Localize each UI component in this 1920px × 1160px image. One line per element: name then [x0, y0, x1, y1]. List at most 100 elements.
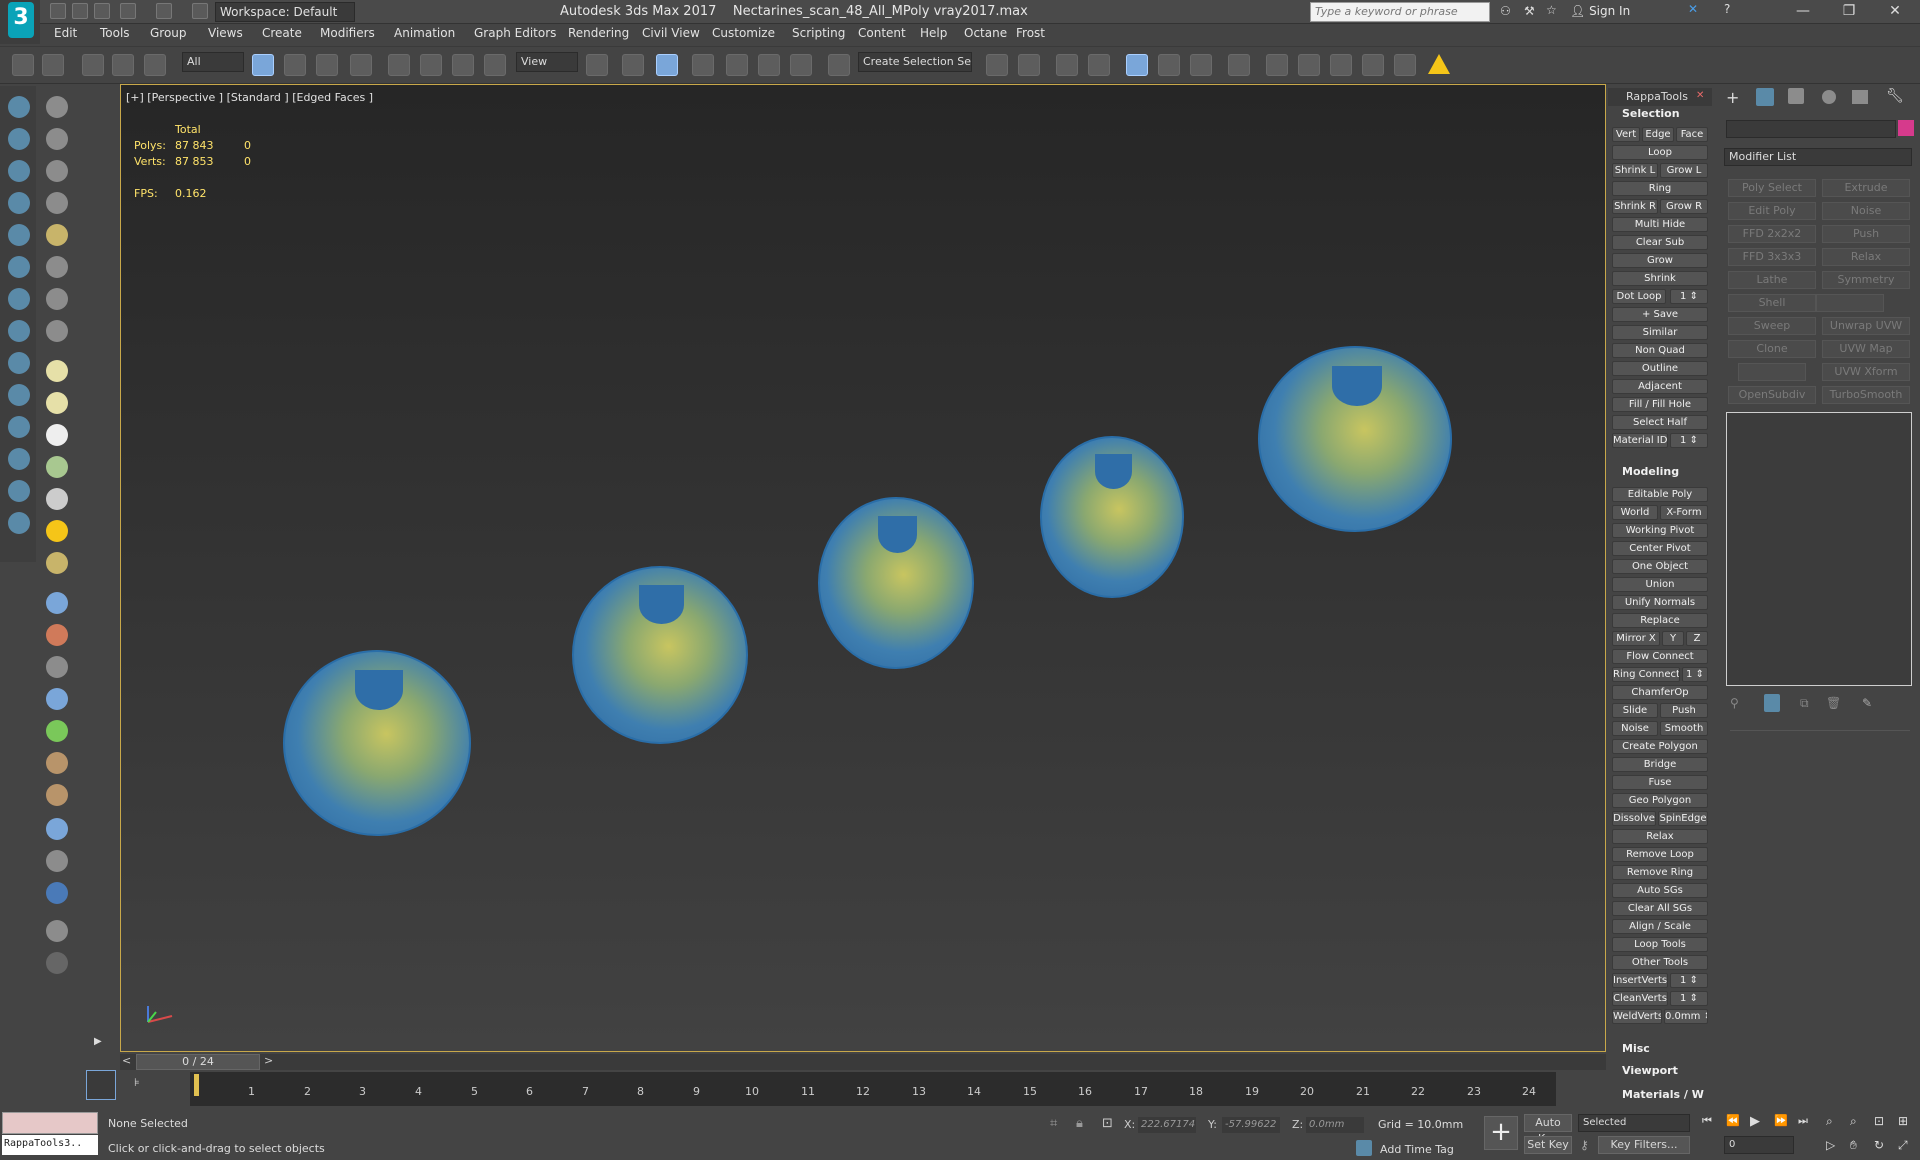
fill-hole-button[interactable]: Fill / Fill Hole	[1612, 397, 1708, 412]
non-quad-button[interactable]: Non Quad	[1612, 343, 1708, 358]
mirror-button[interactable]	[986, 54, 1008, 76]
link-icon[interactable]	[82, 54, 104, 76]
track-bar-toggle-icon[interactable]: ⊧	[134, 1076, 140, 1089]
track-bar[interactable]	[190, 1072, 1556, 1106]
teapot-icon[interactable]	[8, 416, 30, 438]
tree-icon[interactable]	[46, 720, 68, 742]
geo-polygon-button[interactable]: Geo Polygon	[1612, 793, 1708, 808]
materials-section-header[interactable]: Materials / W	[1608, 1088, 1704, 1101]
sun-icon[interactable]	[46, 520, 68, 542]
binoculars-icon[interactable]: ⚇	[1500, 4, 1511, 18]
key-filters-button[interactable]: Key Filters...	[1598, 1136, 1690, 1154]
menu-animation[interactable]: Animation	[394, 26, 455, 40]
clipboard-icon[interactable]	[46, 920, 68, 942]
move-button[interactable]	[388, 54, 410, 76]
go-to-end-icon[interactable]: ⏭	[1798, 1114, 1808, 1128]
minimize-button[interactable]: —	[1780, 0, 1826, 24]
ring-button[interactable]: Ring	[1612, 181, 1708, 196]
octane-icon[interactable]	[46, 882, 68, 904]
nectarine-mesh-2[interactable]	[572, 566, 748, 744]
pivot-point-button[interactable]	[586, 54, 608, 76]
menu-customize[interactable]: Customize	[712, 26, 775, 40]
menu-content[interactable]: Content	[858, 26, 906, 40]
hair-icon[interactable]	[46, 752, 68, 774]
teapot-render-icon[interactable]	[46, 96, 68, 118]
modifier-push-button[interactable]: Push	[1822, 225, 1910, 243]
menu-group[interactable]: Group	[150, 26, 187, 40]
menu-tools[interactable]: Tools	[100, 26, 130, 40]
sign-in-button[interactable]: 👤︎ Sign In	[1570, 4, 1630, 18]
curve-editor-button[interactable]	[1158, 54, 1180, 76]
glass-sphere-icon[interactable]	[46, 818, 68, 840]
modifier-extrude-button[interactable]: Extrude	[1822, 179, 1910, 197]
rectangular-selection-button[interactable]	[316, 54, 338, 76]
exchange-icon[interactable]: ✕	[1688, 2, 1706, 20]
menu-edit[interactable]: Edit	[54, 26, 77, 40]
app-logo[interactable]: 3	[0, 0, 40, 44]
isolate-selection-icon[interactable]: ⌗	[1050, 1116, 1057, 1131]
warning-icon[interactable]	[1428, 54, 1450, 74]
play-icon[interactable]: ▶	[1750, 1114, 1760, 1129]
maximize-viewport-icon[interactable]: ⤢	[1898, 1138, 1908, 1153]
time-prev-icon[interactable]: <	[122, 1054, 131, 1067]
light-icon[interactable]	[8, 448, 30, 470]
modifier-turbosmooth-button[interactable]: TurboSmooth	[1822, 386, 1910, 404]
panel-icon[interactable]	[46, 160, 68, 182]
menu-frost[interactable]: Frost	[1016, 26, 1045, 40]
cone-icon[interactable]	[46, 488, 68, 510]
new-file-icon[interactable]	[50, 3, 66, 19]
mirror-z-button[interactable]: Z	[1686, 631, 1708, 646]
vert-button[interactable]: Vert	[1612, 127, 1640, 142]
percent-snap-button[interactable]	[758, 54, 780, 76]
ring-connect-spinner[interactable]: 1 ⇕	[1682, 667, 1708, 682]
create-geometry-icon[interactable]	[8, 96, 30, 118]
save-file-icon[interactable]	[94, 3, 110, 19]
render-icon[interactable]	[8, 352, 30, 374]
named-selection-sets-dropdown[interactable]: Create Selection Se	[858, 52, 972, 72]
bridge-button[interactable]: Bridge	[1612, 757, 1708, 772]
keyboard-shortcut-override-button[interactable]	[656, 54, 678, 76]
window-crossing-button[interactable]	[350, 54, 372, 76]
light-bulb-icon[interactable]	[46, 224, 68, 246]
key-icon[interactable]: ⚷	[1580, 1138, 1589, 1152]
relax-button[interactable]: Relax	[1612, 829, 1708, 844]
rotate-button[interactable]	[420, 54, 442, 76]
clear-sub-button[interactable]: Clear Sub	[1612, 235, 1708, 250]
modifier-relax-button[interactable]: Relax	[1822, 248, 1910, 266]
create-helpers-icon[interactable]	[8, 192, 30, 214]
object-color-swatch[interactable]	[1898, 120, 1914, 136]
selection-filter-dropdown[interactable]: All	[182, 52, 244, 72]
close-button[interactable]: ✕	[1872, 0, 1918, 24]
modify-tab-icon[interactable]	[1756, 88, 1774, 106]
face-button[interactable]: Face	[1676, 127, 1708, 142]
add-time-tag-button[interactable]: Add Time Tag	[1380, 1143, 1454, 1156]
snaps-toggle-button[interactable]	[692, 54, 714, 76]
menu-modifiers[interactable]: Modifiers	[320, 26, 375, 40]
rendered-frame-window-button[interactable]	[1298, 54, 1320, 76]
spinner-snap-button[interactable]	[790, 54, 812, 76]
select-half-button[interactable]: Select Half	[1612, 415, 1708, 430]
dot-loop-button[interactable]: Dot Loop	[1612, 289, 1666, 304]
terrain-icon[interactable]	[46, 784, 68, 806]
modifier-uvw-map-button[interactable]: UVW Map	[1822, 340, 1910, 358]
remove-loop-button[interactable]: Remove Loop	[1612, 847, 1708, 862]
time-tag-icon[interactable]	[1356, 1140, 1372, 1156]
auto-sgs-button[interactable]: Auto SGs	[1612, 883, 1708, 898]
close-panel-icon[interactable]: ✕	[1696, 90, 1704, 101]
nectarine-mesh-5[interactable]	[1258, 346, 1452, 532]
weld-verts-button[interactable]: WeldVerts	[1612, 1009, 1662, 1024]
reference-coordinate-dropdown[interactable]: View	[516, 52, 578, 72]
adjacent-button[interactable]: Adjacent	[1612, 379, 1708, 394]
modifier-sweep-button[interactable]: Sweep	[1728, 317, 1816, 335]
maxscript-listener-input[interactable]: RappaTools3..	[2, 1135, 98, 1155]
layer-explorer-button[interactable]	[1088, 54, 1110, 76]
disc-light-icon[interactable]	[46, 552, 68, 574]
union-button[interactable]: Union	[1612, 577, 1708, 592]
current-frame-field[interactable]: 0	[1724, 1136, 1794, 1154]
maximize-button[interactable]: ❐	[1826, 0, 1872, 24]
replace-button[interactable]: Replace	[1612, 613, 1708, 628]
modifier-clone-button[interactable]: Clone	[1728, 340, 1816, 358]
pin-stack-icon[interactable]: ⚲	[1730, 696, 1739, 710]
render-production-button[interactable]	[1330, 54, 1352, 76]
time-slider[interactable]	[120, 1054, 1606, 1070]
